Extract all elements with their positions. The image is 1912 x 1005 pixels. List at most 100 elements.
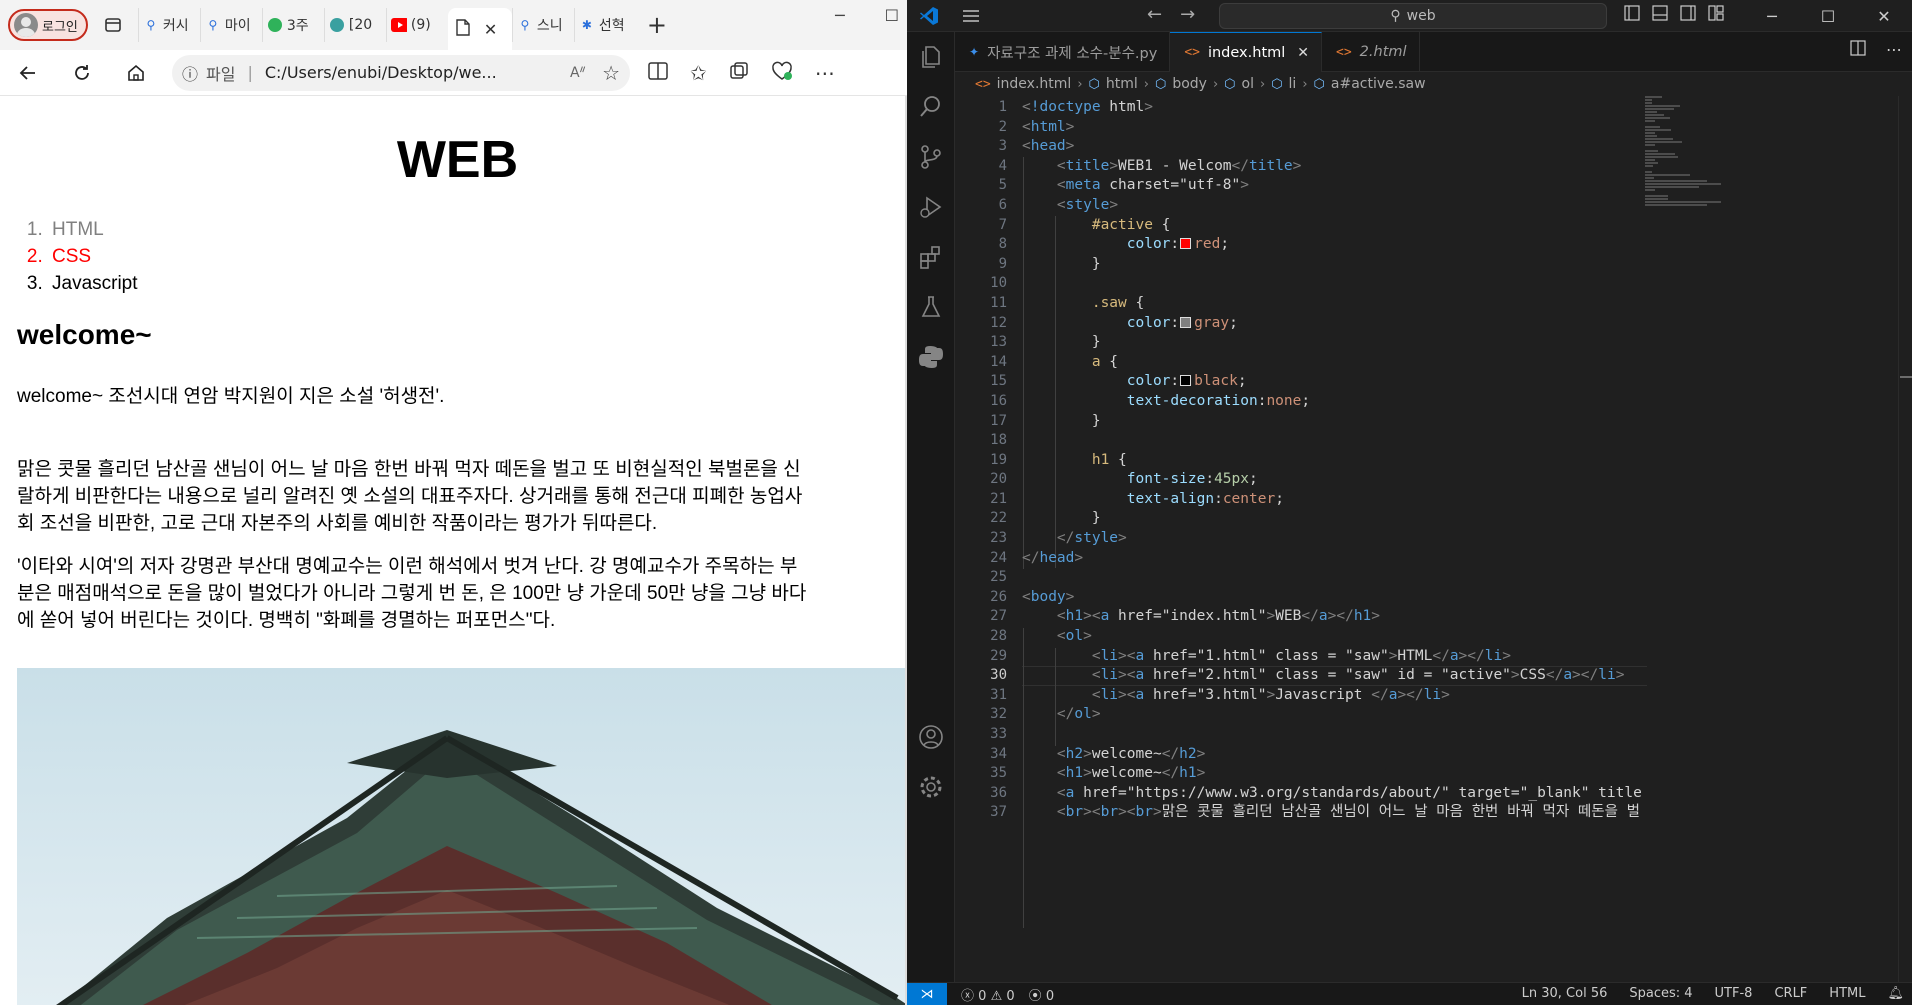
home-button[interactable]: [118, 55, 154, 91]
line-number: 18: [990, 432, 1007, 449]
editor-scrollbar[interactable]: [1898, 96, 1912, 982]
more-actions-icon[interactable]: ⋯: [1886, 40, 1902, 60]
run-debug-icon[interactable]: [907, 182, 955, 232]
code-line: <!doctype html>: [1022, 99, 1153, 115]
account-icon[interactable]: [907, 712, 955, 762]
breadcrumb-item[interactable]: index.html: [997, 76, 1072, 92]
new-tab-button[interactable]: +: [642, 10, 672, 40]
editor-tabs: ✦ 자료구조 과제 소수-분수.py <> index.html ✕ <> 2.…: [955, 32, 1912, 72]
minimize-button[interactable]: ─: [1744, 0, 1800, 32]
element-icon: ⬡: [1224, 76, 1236, 92]
breadcrumb-item[interactable]: body: [1172, 76, 1207, 92]
line-number: 24: [990, 549, 1007, 566]
cursor-position[interactable]: Ln 30, Col 56: [1522, 986, 1608, 1001]
profile-button[interactable]: 로그인: [8, 9, 88, 41]
minimap-line: [1645, 204, 1707, 206]
code-line: color: red;: [1126, 236, 1230, 253]
indentation[interactable]: Spaces: 4: [1629, 986, 1692, 1001]
breadcrumb-item[interactable]: a#active.saw: [1331, 76, 1426, 92]
remote-indicator-icon[interactable]: ⋊: [907, 982, 947, 1005]
tab-index-html[interactable]: <> index.html ✕: [1170, 32, 1323, 72]
code-line: font-size:45px;: [1126, 471, 1258, 488]
tab-2-html[interactable]: <> 2.html: [1322, 32, 1420, 72]
color-swatch: [1180, 238, 1192, 250]
maximize-button[interactable]: ☐: [1800, 0, 1856, 32]
browser-toolbar: ✩ ⋯: [648, 61, 835, 85]
list-item-html[interactable]: HTML: [48, 216, 907, 243]
encoding[interactable]: UTF-8: [1715, 986, 1753, 1001]
code-line: <html>: [1022, 118, 1075, 135]
search-icon[interactable]: [907, 82, 955, 132]
breadcrumb-item[interactable]: li: [1289, 76, 1297, 92]
browser-tab[interactable]: [20: [323, 8, 386, 42]
command-center-text: web: [1406, 8, 1436, 24]
explorer-icon[interactable]: [907, 32, 955, 82]
browser-tab[interactable]: (9): [385, 8, 448, 42]
minimize-icon[interactable]: ─: [835, 6, 845, 25]
info-icon[interactable]: ⓘ: [182, 61, 198, 85]
collections-icon[interactable]: [729, 61, 749, 85]
back-button[interactable]: [10, 55, 46, 91]
notifications-bell-icon[interactable]: 🔔︎: [1887, 986, 1904, 1001]
browser-tab[interactable]: ⚲ 마이: [199, 8, 262, 42]
favorite-star-icon[interactable]: ☆: [602, 61, 620, 85]
problems-indicator[interactable]: ⓧ 0 ⚠ 0: [961, 985, 1015, 1004]
code-editor[interactable]: 1 2 3 4 5 6 7 8 9 10 11 12 13 14 15 16 17 18 19 20 21 22 23 24 2…: [955, 96, 1912, 982]
extensions-icon[interactable]: [907, 232, 955, 282]
code-line: <style>: [1056, 196, 1119, 213]
browser-essentials-icon[interactable]: [771, 61, 793, 85]
hamburger-menu-icon[interactable]: [951, 0, 991, 32]
tab-label: [20: [348, 17, 373, 33]
address-field[interactable]: ⓘ 파일 | C:/Users/enubi/Desktop/we... Aᐥ ☆: [172, 54, 630, 91]
toggle-panel-icon[interactable]: [1652, 5, 1668, 25]
python-icon[interactable]: [907, 332, 955, 382]
browser-tab[interactable]: ⚲ 스니: [511, 8, 574, 42]
browser-tab[interactable]: ✱ 선혁: [573, 8, 636, 42]
maximize-icon[interactable]: ☐: [885, 6, 899, 25]
list-item-css[interactable]: CSS: [48, 243, 907, 270]
split-screen-icon[interactable]: [648, 61, 668, 84]
ports-indicator[interactable]: ⦿ 0: [1029, 985, 1054, 1004]
minimap-line: [1645, 159, 1655, 161]
language-mode[interactable]: HTML: [1829, 986, 1865, 1001]
toggle-secondary-sidebar-icon[interactable]: [1680, 5, 1696, 25]
code-line: <head>: [1022, 138, 1075, 155]
go-forward-icon[interactable]: →: [1180, 4, 1195, 25]
line-number: 28: [990, 628, 1007, 645]
close-icon[interactable]: ✕: [484, 20, 497, 39]
code-line: <body>: [1022, 588, 1075, 605]
breadcrumb-item[interactable]: html: [1106, 76, 1138, 92]
command-center-search[interactable]: ⚲ web: [1219, 3, 1607, 29]
toggle-primary-sidebar-icon[interactable]: [1624, 5, 1640, 25]
page-heading[interactable]: WEB: [8, 130, 907, 190]
manage-gear-icon[interactable]: [907, 762, 955, 812]
tab-python-file[interactable]: ✦ 자료구조 과제 소수-분수.py: [955, 32, 1171, 72]
browser-tab[interactable]: ⚲ 커시: [137, 8, 200, 42]
refresh-button[interactable]: [64, 55, 100, 91]
minimap[interactable]: [1645, 96, 1721, 216]
broadcast-icon: ⦿: [1028, 988, 1042, 1004]
source-control-icon[interactable]: [907, 132, 955, 182]
browser-tab[interactable]: 3주: [261, 8, 324, 42]
testing-flask-icon[interactable]: [907, 282, 955, 332]
tab-actions-icon[interactable]: [98, 10, 128, 40]
minimap-line: [1645, 138, 1673, 140]
line-number: 14: [990, 353, 1007, 370]
favorites-icon[interactable]: ✩: [690, 61, 707, 85]
line-number: 22: [990, 510, 1007, 527]
go-back-icon[interactable]: ←: [1147, 4, 1162, 25]
line-number: 30: [990, 667, 1007, 684]
read-aloud-icon[interactable]: Aᐥ: [570, 65, 586, 81]
close-window-button[interactable]: ✕: [1856, 0, 1912, 32]
close-icon[interactable]: ✕: [1297, 45, 1309, 61]
split-editor-icon[interactable]: [1850, 40, 1866, 60]
tab-label: 2.html: [1359, 44, 1407, 60]
gear-icon: ✱: [581, 18, 592, 32]
customize-layout-icon[interactable]: [1708, 5, 1724, 25]
line-ending[interactable]: CRLF: [1774, 986, 1807, 1001]
code-line: h1 {: [1091, 451, 1127, 468]
more-options-icon[interactable]: ⋯: [815, 61, 835, 85]
breadcrumb-item[interactable]: ol: [1242, 76, 1254, 92]
browser-tab-active[interactable]: ✕: [447, 8, 512, 50]
list-item-javascript[interactable]: Javascript: [48, 270, 907, 297]
